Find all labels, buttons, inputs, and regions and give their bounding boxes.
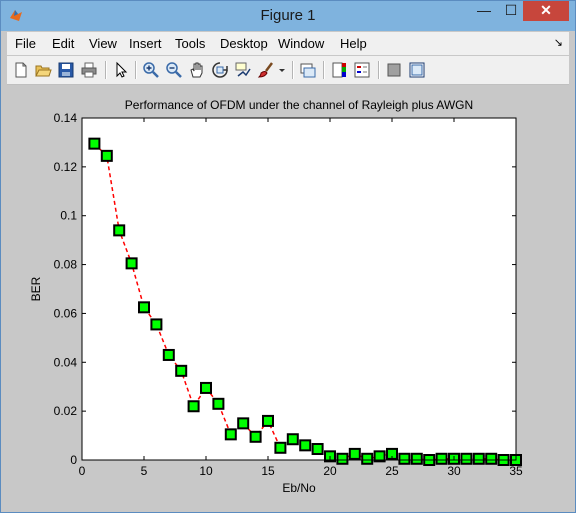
data-point-marker: [138, 301, 150, 314]
zoom-in-icon[interactable]: [142, 61, 160, 79]
chart-title: Performance of OFDM under the channel of…: [125, 98, 473, 112]
save-icon[interactable]: [57, 61, 75, 79]
close-button[interactable]: ✕: [523, 1, 569, 21]
figure-window: Figure 1 — ☐ ✕ File Edit View Insert Too…: [0, 0, 576, 513]
data-point-marker: [460, 452, 473, 465]
show-plot-tools-icon[interactable]: [408, 61, 426, 79]
x-tick-label: 0: [79, 464, 86, 478]
menu-file[interactable]: File: [15, 36, 36, 51]
y-tick-label: 0.02: [54, 404, 78, 418]
legend-icon[interactable]: [353, 61, 371, 79]
pointer-icon[interactable]: [112, 61, 130, 79]
figure-canvas: 0 5 10 15 20 25 30 35 0 0.02 0.04 0.06 0.08 0.1 0.12 0.…: [7, 85, 569, 506]
data-point-marker: [200, 381, 212, 394]
rotate-3d-icon[interactable]: [211, 61, 229, 79]
menu-view[interactable]: View: [89, 36, 117, 51]
data-point-marker: [100, 149, 113, 162]
data-point-marker: [348, 447, 361, 460]
brush-menu-chevron-icon[interactable]: [277, 61, 287, 79]
colorbar-icon[interactable]: [330, 61, 348, 79]
hide-plot-tools-icon[interactable]: [385, 61, 403, 79]
data-point-marker: [187, 400, 200, 413]
menu-bar: File Edit View Insert Tools Desktop Wind…: [7, 32, 569, 55]
y-tick-label: 0: [70, 453, 77, 467]
menu-window[interactable]: Window: [278, 36, 324, 51]
y-tick-label: 0.04: [54, 355, 78, 369]
data-point-marker: [361, 452, 374, 465]
x-tick-label: 20: [323, 464, 337, 478]
title-bar[interactable]: Figure 1 — ☐ ✕: [1, 1, 575, 31]
plot-area: 0 5 10 15 20 25 30 35 0 0.02 0.04 0.06 0.08 0.1 0.12 0.…: [29, 98, 523, 495]
new-figure-icon[interactable]: [12, 61, 30, 79]
data-point-marker: [398, 452, 411, 465]
x-tick-label: 25: [385, 464, 399, 478]
data-point-marker: [212, 397, 225, 410]
menu-desktop[interactable]: Desktop: [220, 36, 268, 51]
figure-toolbar: [7, 56, 569, 85]
x-tick-label: 5: [141, 464, 148, 478]
y-tick-label: 0.14: [54, 111, 78, 125]
data-point-marker: [113, 224, 126, 237]
link-plot-icon[interactable]: [299, 61, 317, 79]
data-point-marker: [299, 439, 312, 452]
y-axis-label: BER: [29, 276, 43, 301]
data-point-marker: [311, 443, 324, 456]
data-point-marker: [88, 137, 101, 150]
y-tick-label: 0.1: [60, 209, 77, 223]
data-point-marker: [435, 452, 448, 465]
data-point-marker: [224, 428, 237, 441]
x-tick-label: 10: [199, 464, 213, 478]
data-point-marker: [150, 318, 163, 331]
data-point-marker: [472, 452, 485, 465]
zoom-out-icon[interactable]: [165, 61, 183, 79]
data-point-marker: [286, 433, 299, 446]
data-point-marker: [262, 414, 274, 427]
x-tick-label: 15: [261, 464, 275, 478]
menu-insert[interactable]: Insert: [129, 36, 162, 51]
x-tick-label: 35: [509, 464, 523, 478]
y-tick-label: 0.12: [54, 160, 78, 174]
pan-icon[interactable]: [188, 61, 206, 79]
brush-icon[interactable]: [257, 61, 275, 79]
data-point-marker: [485, 452, 498, 465]
open-file-icon[interactable]: [34, 61, 52, 79]
maximize-button[interactable]: ☐: [498, 1, 524, 21]
menu-help[interactable]: Help: [340, 36, 367, 51]
data-point-marker: [125, 257, 138, 270]
menu-edit[interactable]: Edit: [52, 36, 74, 51]
print-icon[interactable]: [80, 61, 98, 79]
data-point-marker: [249, 430, 262, 443]
data-point-marker: [336, 452, 349, 465]
data-point-marker: [175, 364, 188, 377]
data-point-marker: [274, 441, 287, 454]
x-tick-label: 30: [447, 464, 461, 478]
x-axis-label: Eb/No: [282, 481, 316, 495]
dock-figure-icon[interactable]: ↘: [554, 36, 563, 49]
axes-background: [82, 118, 516, 460]
data-point-marker: [162, 348, 175, 361]
y-tick-label: 0.06: [54, 306, 78, 320]
data-point-marker: [237, 417, 250, 430]
menu-tools[interactable]: Tools: [175, 36, 205, 51]
y-tick-label: 0.08: [54, 258, 78, 272]
minimize-button[interactable]: —: [471, 1, 497, 21]
data-cursor-icon[interactable]: [234, 61, 252, 79]
data-point-marker: [410, 452, 423, 465]
